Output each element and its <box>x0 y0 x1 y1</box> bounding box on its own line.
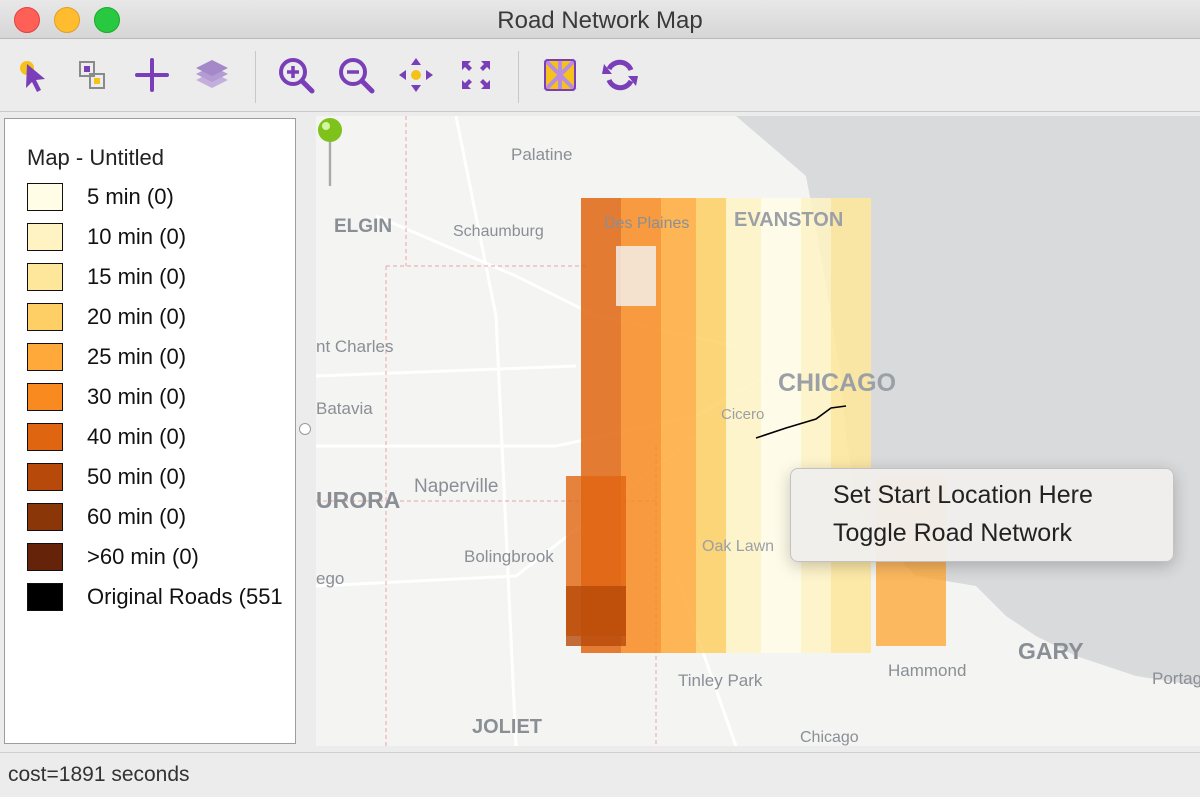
map-label: Naperville <box>414 476 498 497</box>
legend-label: 50 min (0) <box>87 464 187 489</box>
basemap-icon <box>543 58 577 92</box>
legend-swatch <box>27 463 63 491</box>
toolbar-separator <box>255 51 256 103</box>
toolbar <box>0 39 1200 112</box>
set-start-location-menu-item[interactable]: Set Start Location Here <box>833 481 1093 510</box>
refresh-icon <box>602 59 638 91</box>
toolbar-separator <box>518 51 519 103</box>
legend-swatch <box>27 383 63 411</box>
title-bar: Road Network Map <box>0 0 1200 39</box>
map-label: Tinley Park <box>678 671 763 690</box>
select-tool-button[interactable] <box>12 53 56 97</box>
legend-item: >60 min (0) <box>27 541 199 573</box>
legend-label: Original Roads (551 <box>87 584 283 609</box>
map-view[interactable]: Palatine ELGIN Schaumburg Des Plaines EVANST… <box>316 116 1200 746</box>
select-region-button[interactable] <box>70 53 114 97</box>
legend-label: 40 min (0) <box>87 424 187 449</box>
isochrone-band <box>831 198 871 653</box>
basemap-button[interactable] <box>538 53 582 97</box>
toggle-road-network-menu-item[interactable]: Toggle Road Network <box>833 519 1072 548</box>
splitter-handle[interactable] <box>299 423 311 435</box>
status-text: cost=1891 seconds <box>8 763 190 786</box>
map-label: Bolingbrook <box>464 547 554 566</box>
map-label: EVANSTON <box>734 209 843 231</box>
isochrone-patch <box>566 586 626 646</box>
pan-button[interactable] <box>394 53 438 97</box>
legend-item: 5 min (0) <box>27 181 174 213</box>
legend-item: 30 min (0) <box>27 381 186 413</box>
add-layer-button[interactable] <box>130 53 174 97</box>
legend-item: 25 min (0) <box>27 341 186 373</box>
legend-label: 10 min (0) <box>87 224 187 249</box>
legend-item: 15 min (0) <box>27 261 186 293</box>
legend-swatch <box>27 503 63 531</box>
pan-icon <box>399 58 433 92</box>
select-arrow-icon <box>20 61 45 92</box>
full-extent-icon <box>462 61 490 89</box>
legend-label: 25 min (0) <box>87 344 187 369</box>
isochrone-band <box>726 198 761 653</box>
start-location-pin-icon[interactable] <box>316 116 346 188</box>
isochrone-patch <box>616 246 656 306</box>
zoom-in-icon <box>279 58 315 94</box>
map-label: Hammond <box>888 661 966 680</box>
isochrone-band <box>801 198 831 653</box>
legend-item: 40 min (0) <box>27 421 186 453</box>
legend-item: 50 min (0) <box>27 461 186 493</box>
legend-swatch <box>27 423 63 451</box>
plus-icon <box>135 58 169 92</box>
map-label: Schaumburg <box>453 223 544 240</box>
legend-item: 20 min (0) <box>27 301 186 333</box>
legend-label: >60 min (0) <box>87 544 199 569</box>
isochrone-band <box>696 198 726 653</box>
map-label: Palatine <box>511 145 572 164</box>
map-label: JOLIET <box>472 716 542 738</box>
legend-panel: Map - Untitled 5 min (0) 10 min (0) 15 min… <box>4 118 296 744</box>
legend-swatch <box>27 343 63 371</box>
basemap: Palatine ELGIN Schaumburg Des Plaines EVANST… <box>316 116 1200 746</box>
window-title: Road Network Map <box>497 7 703 34</box>
legend-label: 15 min (0) <box>87 264 187 289</box>
zoom-out-button[interactable] <box>334 53 378 97</box>
map-label: Cicero <box>721 406 764 423</box>
map-label: nt Charles <box>316 337 393 356</box>
legend-swatch <box>27 263 63 291</box>
map-label: ego <box>316 569 344 588</box>
map-label: Oak Lawn <box>702 538 774 555</box>
map-label: Chicago <box>800 729 859 746</box>
legend-swatch <box>27 583 63 611</box>
map-label: CHICAGO <box>778 369 896 397</box>
legend-label: 60 min (0) <box>87 504 187 529</box>
legend-item: 60 min (0) <box>27 501 186 533</box>
panel-splitter[interactable] <box>298 118 312 746</box>
select-region-icon <box>79 61 105 89</box>
map-label: ELGIN <box>334 216 392 237</box>
legend-swatch <box>27 183 63 211</box>
legend-title: Map - Untitled <box>27 145 164 170</box>
map-label: Batavia <box>316 399 373 418</box>
map-label: Portag <box>1152 669 1200 688</box>
map-label: Des Plaines <box>604 215 689 232</box>
context-menu: Set Start Location Here Toggle Road Netw… <box>790 468 1174 562</box>
isochrone-band <box>661 198 696 653</box>
refresh-button[interactable] <box>598 53 642 97</box>
layers-icon <box>196 60 228 88</box>
legend-swatch <box>27 223 63 251</box>
full-extent-button[interactable] <box>454 53 498 97</box>
map-label: GARY <box>1018 638 1084 664</box>
legend-item: 10 min (0) <box>27 221 186 253</box>
map-label: URORA <box>316 487 400 513</box>
legend-label: 30 min (0) <box>87 384 187 409</box>
legend-swatch <box>27 303 63 331</box>
status-bar: cost=1891 seconds <box>0 752 1200 797</box>
layers-button[interactable] <box>190 53 234 97</box>
legend-label: 5 min (0) <box>87 184 174 209</box>
legend-item: Original Roads (551 <box>27 581 283 613</box>
zoom-out-icon <box>339 58 375 94</box>
legend-label: 20 min (0) <box>87 304 187 329</box>
zoom-in-button[interactable] <box>274 53 318 97</box>
legend-swatch <box>27 543 63 571</box>
